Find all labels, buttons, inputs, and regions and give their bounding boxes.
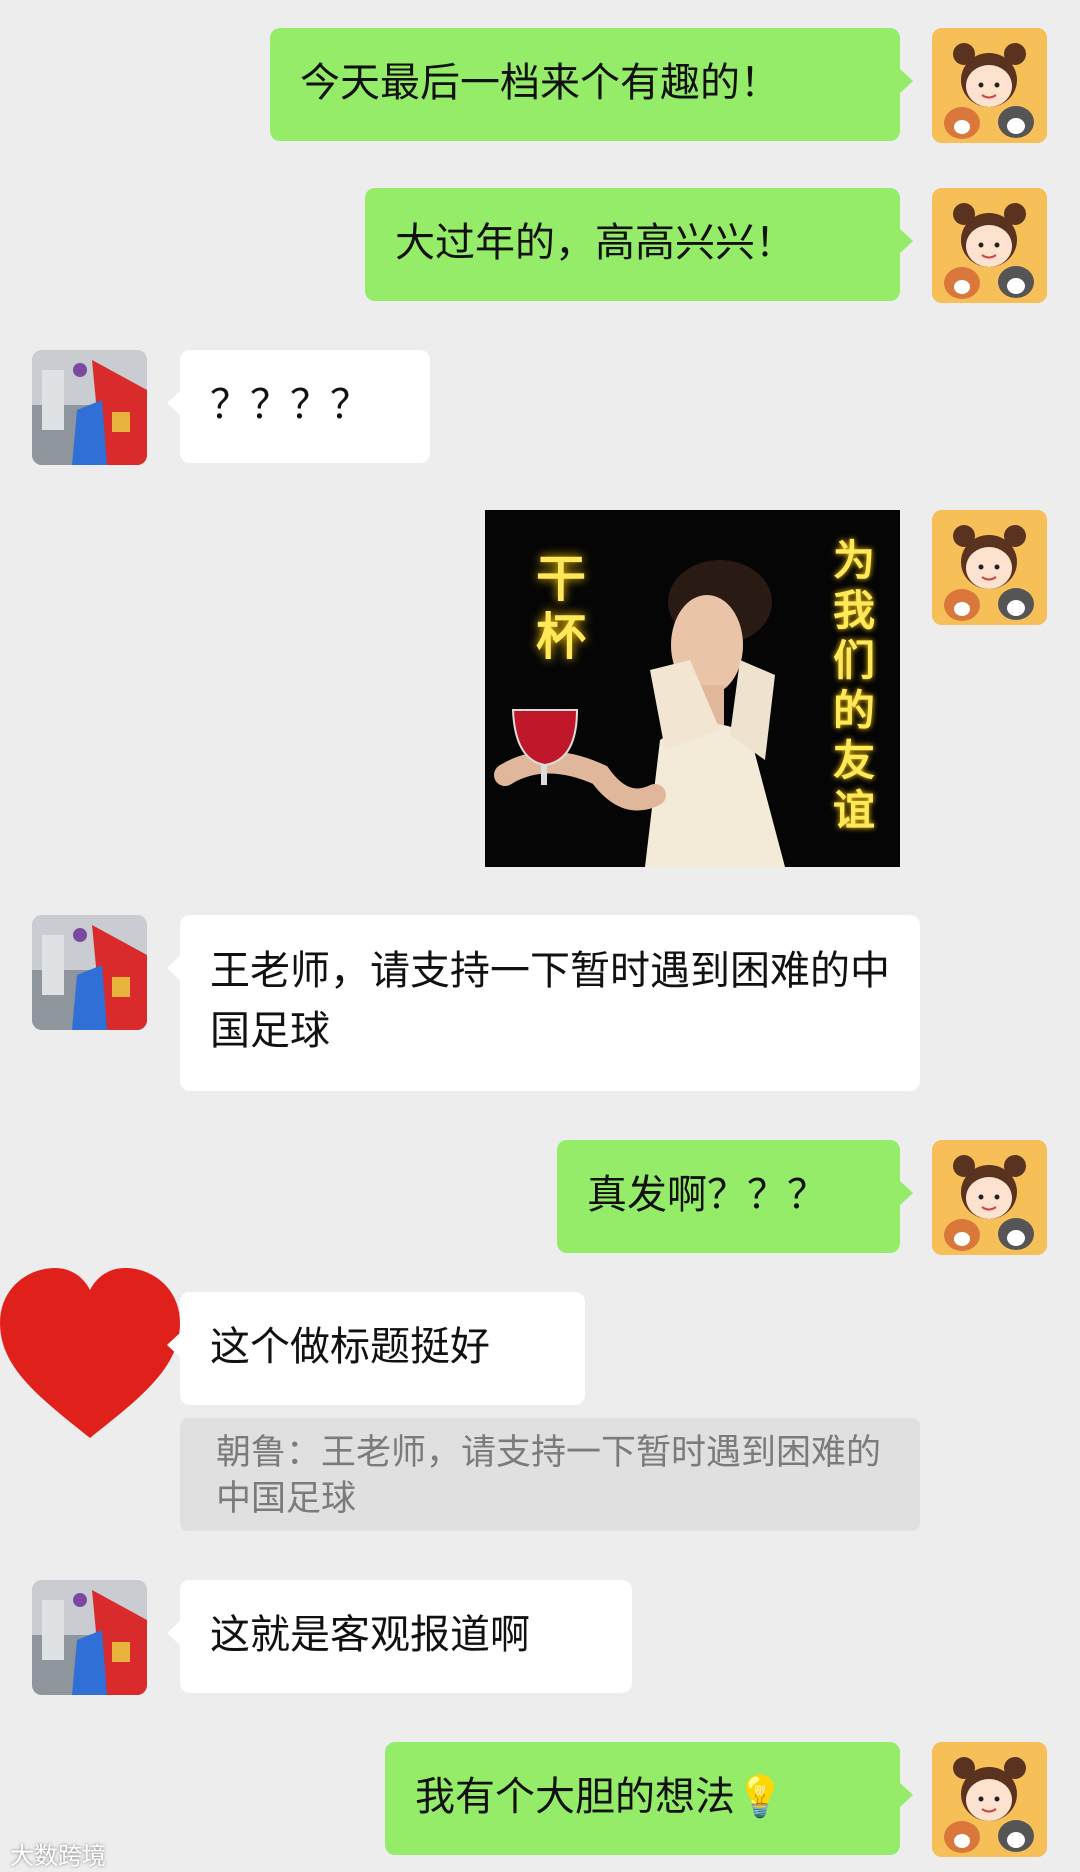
message-text: 王老师，请支持一下暂时遇到困难的中国足球 [210, 948, 890, 1054]
girl-with-dogs-icon [932, 188, 1047, 303]
other-avatar[interactable] [32, 1580, 147, 1695]
message-bubble[interactable]: 王老师，请支持一下暂时遇到困难的中国足球 [167, 915, 920, 1091]
message-bubble[interactable]: 今天最后一档来个有趣的！ [270, 28, 913, 141]
flag-photo-icon [32, 350, 147, 465]
my-avatar[interactable] [932, 1742, 1047, 1857]
my-avatar[interactable] [932, 510, 1047, 625]
girl-with-dogs-icon [932, 1742, 1047, 1857]
flag-photo-icon [32, 915, 147, 1030]
girl-with-dogs-icon [932, 1140, 1047, 1255]
quote-text: 朝鲁：王老师，请支持一下暂时遇到困难的中国足球 [216, 1433, 882, 1519]
sticker-image[interactable]: 干杯 为我们的友谊 [485, 510, 900, 867]
message-text: 我有个大胆的想法💡 [415, 1774, 785, 1820]
message-bubble[interactable]: 这个做标题挺好 [167, 1292, 585, 1405]
sticker-text-left: 干杯 [536, 550, 586, 666]
message-text: 大过年的，高高兴兴！ [395, 220, 795, 266]
message-text: 这个做标题挺好 [210, 1324, 490, 1370]
my-avatar[interactable] [932, 28, 1047, 143]
message-bubble[interactable]: 大过年的，高高兴兴！ [365, 188, 913, 301]
sticker-text-right: 为我们的友谊 [832, 536, 875, 835]
message-text: 真发啊？？？ [587, 1172, 827, 1218]
other-avatar[interactable] [32, 350, 147, 465]
other-avatar[interactable] [0, 1268, 180, 1443]
girl-with-dogs-icon [932, 510, 1047, 625]
watermark: 大数跨境 [10, 1842, 106, 1870]
other-avatar[interactable] [32, 915, 147, 1030]
heart-icon [0, 1268, 180, 1438]
girl-with-dogs-icon [932, 28, 1047, 143]
my-avatar[interactable] [932, 1140, 1047, 1255]
message-bubble[interactable]: ？？？？ [167, 350, 430, 463]
message-bubble[interactable]: 真发啊？？？ [557, 1140, 913, 1253]
message-text: 这就是客观报道啊 [210, 1612, 530, 1658]
message-bubble[interactable]: 我有个大胆的想法💡 [385, 1742, 913, 1855]
quoted-message[interactable]: 朝鲁：王老师，请支持一下暂时遇到困难的中国足球 [180, 1418, 920, 1531]
message-bubble[interactable]: 这就是客观报道啊 [167, 1580, 632, 1693]
message-text: ？？？？ [210, 382, 370, 428]
message-text: 今天最后一档来个有趣的！ [300, 60, 780, 106]
my-avatar[interactable] [932, 188, 1047, 303]
flag-photo-icon [32, 1580, 147, 1695]
